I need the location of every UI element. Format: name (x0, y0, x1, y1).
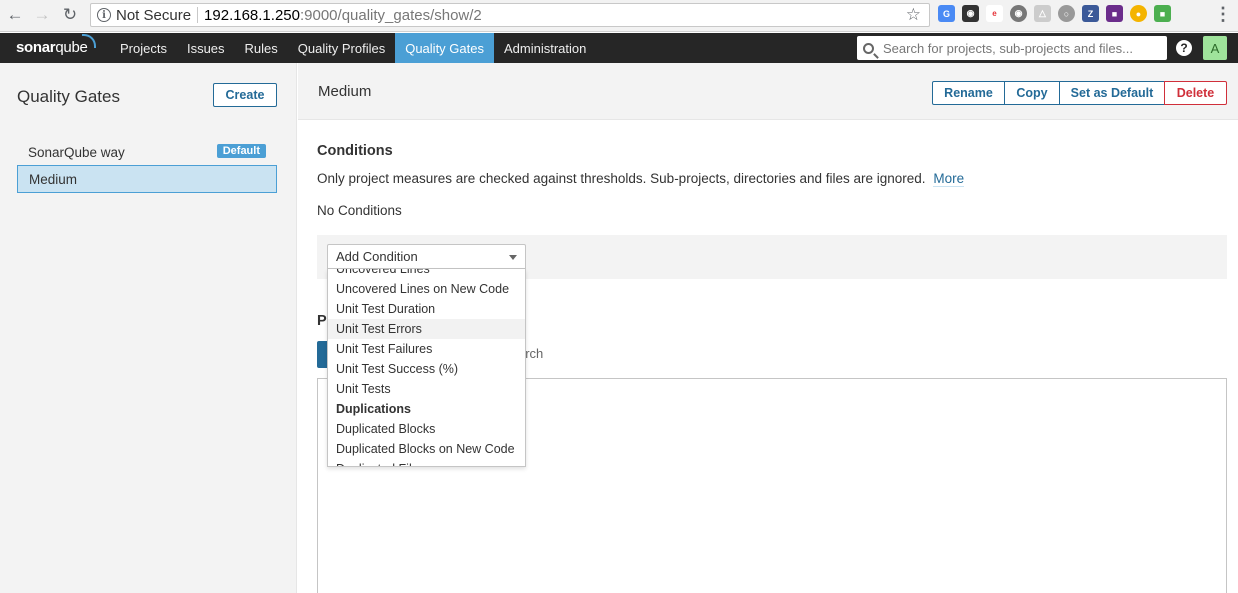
help-icon[interactable]: ? (1176, 40, 1192, 56)
nav-item-quality-profiles[interactable]: Quality Profiles (288, 33, 395, 63)
gate-item-label: SonarQube way (28, 144, 125, 160)
projects-title: P (317, 313, 327, 329)
extension-bar: G ◉ e ◉ △ ○ Z ■ ● ■ (938, 5, 1171, 22)
chrome-extension-icon[interactable]: ● (1130, 5, 1147, 22)
reload-icon[interactable]: ↻ (60, 5, 80, 25)
dropdown-option[interactable]: Duplicated Blocks (328, 419, 525, 439)
rename-button[interactable]: Rename (932, 81, 1005, 105)
divider (197, 7, 199, 23)
dropdown-option[interactable]: Unit Test Duration (328, 299, 525, 319)
global-search-input[interactable]: Search for projects, sub-projects and fi… (857, 36, 1167, 60)
glasses-extension-icon[interactable]: ◉ (962, 5, 979, 22)
search-icon (863, 42, 874, 54)
global-navigation: sonarqube Projects Issues Rules Quality Pro… (0, 33, 1238, 63)
ebay-extension-icon[interactable]: e (986, 5, 1003, 22)
url-path: :9000/quality_gates/show/2 (299, 6, 482, 24)
add-condition-select[interactable]: Add Condition (327, 244, 526, 269)
search-placeholder: Search for projects, sub-projects and fi… (883, 40, 1134, 56)
set-default-button[interactable]: Set as Default (1059, 81, 1165, 105)
gate-item-sonarqube-way[interactable]: SonarQube way Default (17, 138, 277, 166)
browser-menu-icon[interactable]: ⋮ (1214, 4, 1232, 25)
nav-item-rules[interactable]: Rules (235, 33, 288, 63)
dropdown-option[interactable]: Unit Test Success (%) (328, 359, 525, 379)
gate-actions: Rename Copy Set as Default Delete (932, 81, 1227, 105)
delete-button[interactable]: Delete (1164, 81, 1227, 105)
dropdown-option[interactable]: Unit Test Errors (328, 319, 525, 339)
gate-item-label: Medium (29, 171, 78, 187)
select-value: Add Condition (336, 249, 418, 264)
conditions-description: Only project measures are checked agains… (317, 171, 965, 187)
browser-toolbar: ← → ↻ i Not Secure 192.168.1.250:9000/qu… (0, 0, 1238, 32)
satellite-extension-icon[interactable]: ○ (1058, 5, 1075, 22)
address-bar[interactable]: i Not Secure 192.168.1.250:9000/quality_… (90, 3, 930, 27)
logo-arc-icon (82, 34, 96, 48)
green-extension-icon[interactable]: ■ (1154, 5, 1171, 22)
eye-extension-icon[interactable]: ◉ (1010, 5, 1027, 22)
avatar[interactable]: A (1203, 36, 1227, 60)
gate-item-medium[interactable]: Medium (17, 165, 277, 193)
dropdown-option[interactable]: Duplicated Files (328, 459, 525, 466)
caret-down-icon (509, 255, 517, 260)
create-button[interactable]: Create (213, 83, 277, 107)
dropdown-option[interactable]: Duplicated Blocks on New Code (328, 439, 525, 459)
default-badge: Default (216, 144, 266, 158)
z-extension-icon[interactable]: Z (1082, 5, 1099, 22)
no-conditions-text: No Conditions (317, 203, 402, 218)
url-host: 192.168.1.250 (204, 6, 300, 24)
conditions-description-text: Only project measures are checked agains… (317, 171, 926, 186)
info-icon[interactable]: i (97, 8, 111, 22)
quality-gates-sidebar: Quality Gates Create SonarQube way Defau… (0, 63, 297, 593)
sonarqube-logo[interactable]: sonarqube (16, 39, 88, 56)
nav-item-projects[interactable]: Projects (110, 33, 177, 63)
dropdown-group-header: Duplications (336, 402, 412, 416)
forward-icon[interactable]: → (32, 5, 52, 25)
gate-header: Medium Rename Copy Set as Default Delete (298, 63, 1238, 120)
dropdown-option[interactable]: Unit Tests (328, 379, 525, 399)
dropdown-option[interactable]: Uncovered Lines (328, 269, 525, 279)
translate-extension-icon[interactable]: G (938, 5, 955, 22)
back-icon[interactable]: ← (5, 5, 25, 25)
book-extension-icon[interactable]: ■ (1106, 5, 1123, 22)
security-label: Not Secure (116, 6, 192, 24)
nav-item-issues[interactable]: Issues (177, 33, 235, 63)
nav-menu: Projects Issues Rules Quality Profiles Quali… (110, 33, 596, 63)
dropdown-option[interactable]: Unit Test Failures (328, 339, 525, 359)
conditions-title: Conditions (317, 143, 393, 159)
page-title: Medium (318, 83, 372, 100)
dropdown-option[interactable]: Uncovered Lines on New Code (328, 279, 525, 299)
condition-dropdown-menu: Uncovered Lines Uncovered Lines on New Co… (327, 269, 526, 467)
nav-item-administration[interactable]: Administration (494, 33, 596, 63)
copy-button[interactable]: Copy (1004, 81, 1060, 105)
nav-item-quality-gates[interactable]: Quality Gates (395, 33, 494, 63)
sidebar-title: Quality Gates (17, 87, 120, 106)
tower-extension-icon[interactable]: △ (1034, 5, 1051, 22)
more-link[interactable]: More (933, 171, 965, 187)
bookmark-star-icon[interactable]: ☆ (906, 5, 921, 25)
